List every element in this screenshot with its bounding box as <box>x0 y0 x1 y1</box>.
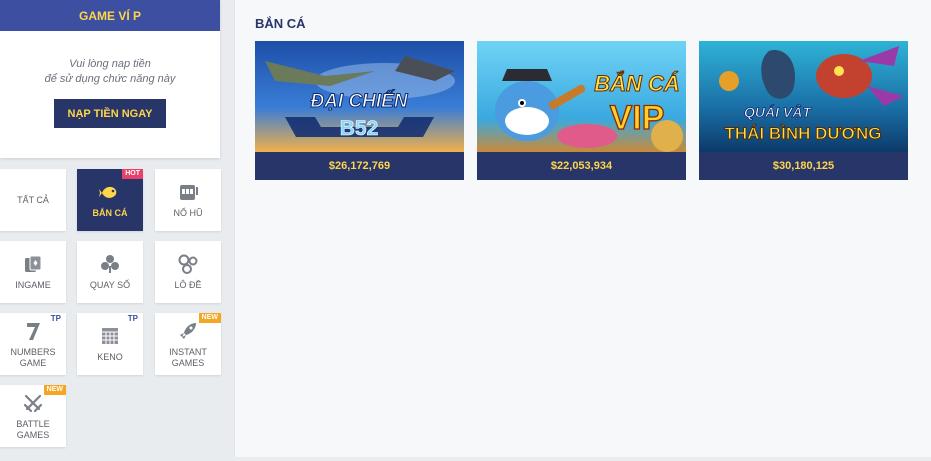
tp-badge: TP <box>127 314 138 323</box>
cards-icon <box>22 253 44 275</box>
category-keno[interactable]: TP KENO <box>77 313 143 375</box>
numbers-game-label-line2: GAME <box>19 357 47 368</box>
battle-games-label-line1: BATTLE <box>16 418 50 429</box>
game-card-quai-vat[interactable]: QUÁI VẬT THÁI BÌNH DƯƠNG $30,180,125 <box>699 41 908 180</box>
wallet-message: Vui lòng nap tiền để sử dụng chức năng n… <box>0 57 220 87</box>
numbers-game-label-line1: NUMBERS <box>10 346 56 357</box>
game-thumbnail: BẮN CÁ VIP <box>477 41 686 152</box>
hot-badge: HOT <box>122 169 143 179</box>
instant-games-label-line2: GAMES <box>171 357 205 368</box>
lottery-icon <box>99 253 121 275</box>
new-badge: NEW <box>198 313 221 323</box>
jackpot-amount: $30,180,125 <box>772 160 835 172</box>
category-ingame[interactable]: INGAME <box>0 241 66 303</box>
new-badge: NEW <box>43 385 66 395</box>
category-fishing-label: BẮN CÁ <box>92 208 128 218</box>
art-title-line1: QUÁI VẬT <box>744 103 812 120</box>
category-all[interactable]: TẤT CẢ <box>0 169 66 231</box>
game-thumbnail: ĐẠI CHIẾN B52 <box>255 41 464 152</box>
wallet-card: GAME VÍ P Vui lòng nap tiền để sử dụng c… <box>0 0 220 158</box>
category-battle-games[interactable]: NEW BATTLE GAMES <box>0 385 66 447</box>
section-title: BẮN CÁ <box>255 16 306 31</box>
instant-games-label-line1: INSTANT <box>169 346 207 357</box>
games-panel: BẮN CÁ ĐẠI CHIẾN B52 $26,172,769 BẮN CÁ … <box>234 0 931 457</box>
game-card-ban-ca-vip[interactable]: BẮN CÁ VIP $22,053,934 <box>477 41 686 180</box>
art-title-line1: ĐẠI CHIẾN <box>310 90 408 112</box>
keno-icon <box>99 325 121 347</box>
swords-icon <box>22 392 44 414</box>
category-lottery-draw-label: QUAY SỐ <box>89 280 131 290</box>
jackpot-amount: $22,053,934 <box>550 160 613 172</box>
art-title-line2: THÁI BÌNH DƯƠNG <box>724 124 881 143</box>
game-thumbnail: QUÁI VẬT THÁI BÌNH DƯƠNG <box>699 41 908 152</box>
category-lo-de-label: LÔ ĐỀ <box>174 280 202 290</box>
category-numbers-game-label: NUMBERS GAME <box>10 347 55 369</box>
category-jackpot-label: NỔ HŨ <box>173 208 203 218</box>
balls-icon <box>177 253 199 275</box>
category-instant-games-label: INSTANT GAMES <box>169 347 207 369</box>
category-ingame-label: INGAME <box>15 280 51 290</box>
seven-icon <box>22 320 44 342</box>
category-jackpot[interactable]: NỔ HŨ <box>155 169 221 231</box>
battle-games-label-line2: GAMES <box>16 429 50 440</box>
category-all-label: TẤT CẢ <box>17 194 49 205</box>
tp-badge: TP <box>50 314 61 323</box>
art-title-line2: B52 <box>340 117 379 140</box>
slot-machine-icon <box>177 181 199 203</box>
category-keno-label: KENO <box>97 352 123 362</box>
game-card-b52[interactable]: ĐẠI CHIẾN B52 $26,172,769 <box>255 41 464 180</box>
deposit-now-button[interactable]: NẠP TIỀN NGAY <box>54 99 166 128</box>
category-lo-de[interactable]: LÔ ĐỀ <box>155 241 221 303</box>
art-title-line2: VIP <box>610 99 665 137</box>
category-instant-games[interactable]: NEW INSTANT GAMES <box>155 313 221 375</box>
wallet-message-line1: Vui lòng nap tiền <box>69 58 151 70</box>
jackpot-amount: $26,172,769 <box>328 160 391 172</box>
category-lottery-draw[interactable]: QUAY SỐ <box>77 241 143 303</box>
category-battle-games-label: BATTLE GAMES <box>16 419 49 441</box>
wallet-title: GAME VÍ P <box>0 0 220 31</box>
category-fishing[interactable]: HOT BẮN CÁ <box>77 169 143 231</box>
art-title-line1: BẮN CÁ <box>594 71 680 96</box>
fish-icon <box>99 181 121 203</box>
wallet-message-line2: để sử dụng chức năng này <box>44 73 176 85</box>
category-numbers-game[interactable]: TP NUMBERS GAME <box>0 313 66 375</box>
rocket-icon <box>177 320 199 342</box>
